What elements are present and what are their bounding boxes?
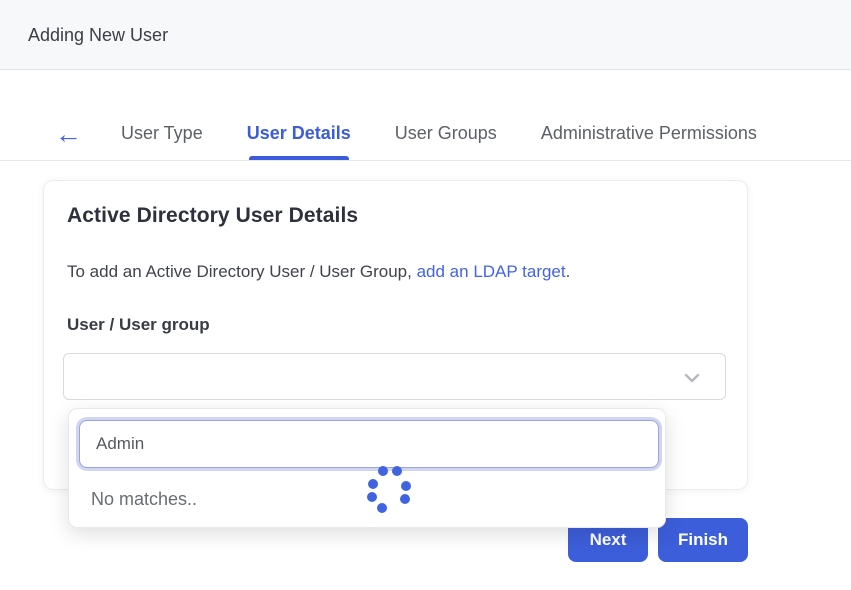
wizard-tabs-row: ← User Type User Details User Groups Adm…: [0, 70, 851, 161]
card-title: Active Directory User Details: [67, 204, 358, 228]
tab-user-type[interactable]: User Type: [121, 107, 203, 160]
loading-spinner-icon: [365, 465, 413, 513]
user-group-select[interactable]: [63, 353, 726, 400]
tab-administrative-permissions[interactable]: Administrative Permissions: [541, 107, 757, 160]
user-group-field-label: User / User group: [67, 315, 210, 335]
tab-user-groups[interactable]: User Groups: [395, 107, 497, 160]
finish-button[interactable]: Finish: [658, 518, 748, 562]
adding-new-user-page: Adding New User ← User Type User Details…: [0, 0, 851, 590]
user-group-search-input[interactable]: [79, 420, 659, 468]
no-matches-text: No matches..: [91, 489, 197, 510]
back-arrow-icon[interactable]: ←: [55, 120, 82, 148]
card-description: To add an Active Directory User / User G…: [67, 262, 570, 282]
user-group-dropdown-panel: No matches..: [68, 408, 666, 528]
tab-user-details[interactable]: User Details: [247, 107, 351, 160]
card-description-period: .: [566, 262, 571, 281]
page-header: Adding New User: [0, 0, 851, 70]
card-description-text: To add an Active Directory User / User G…: [67, 262, 417, 281]
page-title: Adding New User: [28, 0, 168, 70]
wizard-tabs: User Type User Details User Groups Admin…: [121, 107, 757, 160]
add-ldap-target-link[interactable]: add an LDAP target: [417, 262, 566, 281]
chevron-down-icon: [683, 369, 701, 387]
